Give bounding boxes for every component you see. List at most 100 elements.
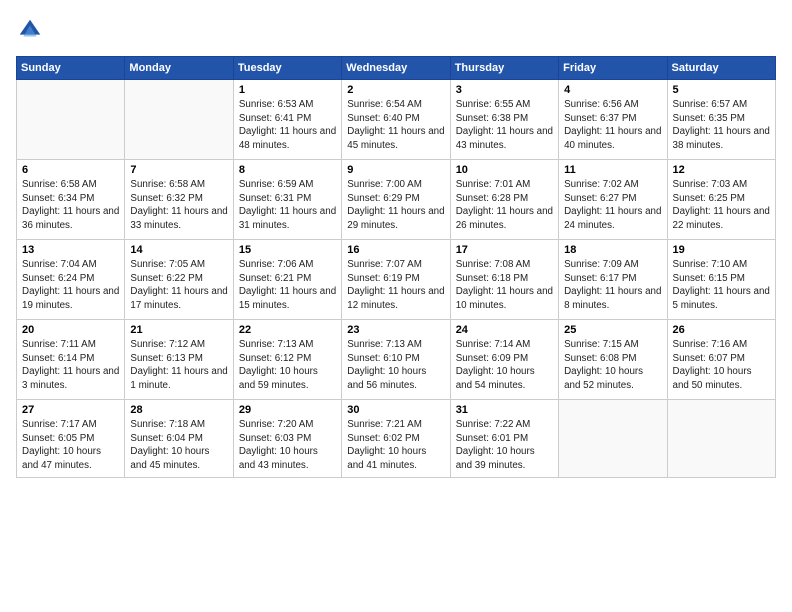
day-number: 20 [22, 324, 119, 336]
day-info: Sunrise: 7:10 AM Sunset: 6:15 PM Dayligh… [673, 258, 770, 313]
day-info: Sunrise: 6:53 AM Sunset: 6:41 PM Dayligh… [239, 98, 336, 153]
day-info: Sunrise: 7:18 AM Sunset: 6:04 PM Dayligh… [130, 418, 227, 473]
day-info: Sunrise: 7:14 AM Sunset: 6:09 PM Dayligh… [456, 338, 553, 393]
day-number: 6 [22, 164, 119, 176]
week-row-4: 20Sunrise: 7:11 AM Sunset: 6:14 PM Dayli… [17, 320, 776, 400]
calendar-cell: 7 Sunrise: 6:58 AM Sunset: 6:32 PM Daylig… [125, 160, 233, 240]
week-row-1: 1 Sunrise: 6:53 AM Sunset: 6:41 PM Daylig… [17, 80, 776, 160]
day-info: Sunrise: 6:58 AM Sunset: 6:32 PM Dayligh… [130, 178, 227, 233]
header-saturday: Saturday [667, 57, 775, 80]
day-number: 24 [456, 324, 553, 336]
calendar-cell: 10 Sunrise: 7:01 AM Sunset: 6:28 PM Dayli… [450, 160, 558, 240]
day-info: Sunrise: 7:17 AM Sunset: 6:05 PM Dayligh… [22, 418, 119, 473]
day-info: Sunrise: 7:06 AM Sunset: 6:21 PM Dayligh… [239, 258, 336, 313]
day-number: 14 [130, 244, 227, 256]
day-number: 15 [239, 244, 336, 256]
day-number: 29 [239, 404, 336, 416]
calendar-cell: 14 Sunrise: 7:05 AM Sunset: 6:22 PM Dayli… [125, 240, 233, 320]
day-info: Sunrise: 7:07 AM Sunset: 6:19 PM Dayligh… [347, 258, 444, 313]
day-info: Sunrise: 7:13 AM Sunset: 6:12 PM Dayligh… [239, 338, 336, 393]
calendar-cell: 9 Sunrise: 7:00 AM Sunset: 6:29 PM Daylig… [342, 160, 450, 240]
calendar-cell: 16 Sunrise: 7:07 AM Sunset: 6:19 PM Dayli… [342, 240, 450, 320]
calendar-cell: 22 Sunrise: 7:13 AM Sunset: 6:12 PM Dayli… [233, 320, 341, 400]
day-info: Sunrise: 6:57 AM Sunset: 6:35 PM Dayligh… [673, 98, 770, 153]
calendar-cell: 25 Sunrise: 7:15 AM Sunset: 6:08 PM Dayli… [559, 320, 667, 400]
day-info: Sunrise: 7:08 AM Sunset: 6:18 PM Dayligh… [456, 258, 553, 313]
calendar-cell: 27 Sunrise: 7:17 AM Sunset: 6:05 PM Dayli… [17, 400, 125, 478]
day-info: Sunrise: 7:09 AM Sunset: 6:17 PM Dayligh… [564, 258, 661, 313]
day-number: 11 [564, 164, 661, 176]
day-number: 27 [22, 404, 119, 416]
calendar-cell: 20Sunrise: 7:11 AM Sunset: 6:14 PM Dayli… [17, 320, 125, 400]
day-info: Sunrise: 7:15 AM Sunset: 6:08 PM Dayligh… [564, 338, 661, 393]
calendar-cell: 21 Sunrise: 7:12 AM Sunset: 6:13 PM Dayli… [125, 320, 233, 400]
day-number: 10 [456, 164, 553, 176]
header-sunday: Sunday [17, 57, 125, 80]
day-number: 17 [456, 244, 553, 256]
calendar-cell: 4 Sunrise: 6:56 AM Sunset: 6:37 PM Daylig… [559, 80, 667, 160]
day-info: Sunrise: 7:16 AM Sunset: 6:07 PM Dayligh… [673, 338, 770, 393]
calendar-cell: 18 Sunrise: 7:09 AM Sunset: 6:17 PM Dayli… [559, 240, 667, 320]
day-info: Sunrise: 7:01 AM Sunset: 6:28 PM Dayligh… [456, 178, 553, 233]
day-number: 9 [347, 164, 444, 176]
day-number: 28 [130, 404, 227, 416]
day-number: 13 [22, 244, 119, 256]
day-number: 12 [673, 164, 770, 176]
day-info: Sunrise: 7:04 AM Sunset: 6:24 PM Dayligh… [22, 258, 119, 313]
day-number: 1 [239, 84, 336, 96]
calendar-cell: 2 Sunrise: 6:54 AM Sunset: 6:40 PM Daylig… [342, 80, 450, 160]
header-monday: Monday [125, 57, 233, 80]
page-header [16, 16, 776, 44]
calendar-cell: 6 Sunrise: 6:58 AM Sunset: 6:34 PM Daylig… [17, 160, 125, 240]
calendar-cell [667, 400, 775, 478]
header-friday: Friday [559, 57, 667, 80]
week-row-5: 27 Sunrise: 7:17 AM Sunset: 6:05 PM Dayli… [17, 400, 776, 478]
day-info: Sunrise: 7:20 AM Sunset: 6:03 PM Dayligh… [239, 418, 336, 473]
calendar-cell: 5 Sunrise: 6:57 AM Sunset: 6:35 PM Daylig… [667, 80, 775, 160]
day-number: 19 [673, 244, 770, 256]
calendar-cell: 23 Sunrise: 7:13 AM Sunset: 6:10 PM Dayli… [342, 320, 450, 400]
calendar-cell: 19 Sunrise: 7:10 AM Sunset: 6:15 PM Dayli… [667, 240, 775, 320]
day-number: 23 [347, 324, 444, 336]
header-wednesday: Wednesday [342, 57, 450, 80]
day-info: Sunrise: 6:54 AM Sunset: 6:40 PM Dayligh… [347, 98, 444, 153]
day-number: 7 [130, 164, 227, 176]
day-info: Sunrise: 7:03 AM Sunset: 6:25 PM Dayligh… [673, 178, 770, 233]
day-info: Sunrise: 7:12 AM Sunset: 6:13 PM Dayligh… [130, 338, 227, 393]
day-info: Sunrise: 7:02 AM Sunset: 6:27 PM Dayligh… [564, 178, 661, 233]
calendar-cell [125, 80, 233, 160]
calendar-cell: 26 Sunrise: 7:16 AM Sunset: 6:07 PM Dayli… [667, 320, 775, 400]
day-number: 21 [130, 324, 227, 336]
day-number: 16 [347, 244, 444, 256]
day-number: 5 [673, 84, 770, 96]
calendar-cell [17, 80, 125, 160]
logo-icon [16, 16, 44, 44]
day-info: Sunrise: 7:13 AM Sunset: 6:10 PM Dayligh… [347, 338, 444, 393]
day-number: 3 [456, 84, 553, 96]
day-info: Sunrise: 6:56 AM Sunset: 6:37 PM Dayligh… [564, 98, 661, 153]
day-info: Sunrise: 7:00 AM Sunset: 6:29 PM Dayligh… [347, 178, 444, 233]
day-info: Sunrise: 6:58 AM Sunset: 6:34 PM Dayligh… [22, 178, 119, 233]
day-number: 25 [564, 324, 661, 336]
calendar-cell: 28 Sunrise: 7:18 AM Sunset: 6:04 PM Dayli… [125, 400, 233, 478]
day-number: 18 [564, 244, 661, 256]
calendar-cell: 8Sunrise: 6:59 AM Sunset: 6:31 PM Daylig… [233, 160, 341, 240]
calendar-cell: 1 Sunrise: 6:53 AM Sunset: 6:41 PM Daylig… [233, 80, 341, 160]
header-tuesday: Tuesday [233, 57, 341, 80]
calendar-cell: 12 Sunrise: 7:03 AM Sunset: 6:25 PM Dayli… [667, 160, 775, 240]
calendar-cell: 24 Sunrise: 7:14 AM Sunset: 6:09 PM Dayli… [450, 320, 558, 400]
calendar-cell: 29 Sunrise: 7:20 AM Sunset: 6:03 PM Dayli… [233, 400, 341, 478]
day-number: 2 [347, 84, 444, 96]
calendar-cell: 3 Sunrise: 6:55 AM Sunset: 6:38 PM Daylig… [450, 80, 558, 160]
day-number: 22 [239, 324, 336, 336]
week-row-3: 13 Sunrise: 7:04 AM Sunset: 6:24 PM Dayli… [17, 240, 776, 320]
day-info: Sunrise: 7:05 AM Sunset: 6:22 PM Dayligh… [130, 258, 227, 313]
day-number: 4 [564, 84, 661, 96]
day-info: Sunrise: 6:55 AM Sunset: 6:38 PM Dayligh… [456, 98, 553, 153]
day-number: 26 [673, 324, 770, 336]
day-info: Sunrise: 6:59 AM Sunset: 6:31 PM Dayligh… [239, 178, 336, 233]
calendar-cell [559, 400, 667, 478]
calendar-cell: 15 Sunrise: 7:06 AM Sunset: 6:21 PM Dayli… [233, 240, 341, 320]
calendar-header-row: SundayMondayTuesdayWednesdayThursdayFrid… [17, 57, 776, 80]
calendar-cell: 31Sunrise: 7:22 AM Sunset: 6:01 PM Dayli… [450, 400, 558, 478]
